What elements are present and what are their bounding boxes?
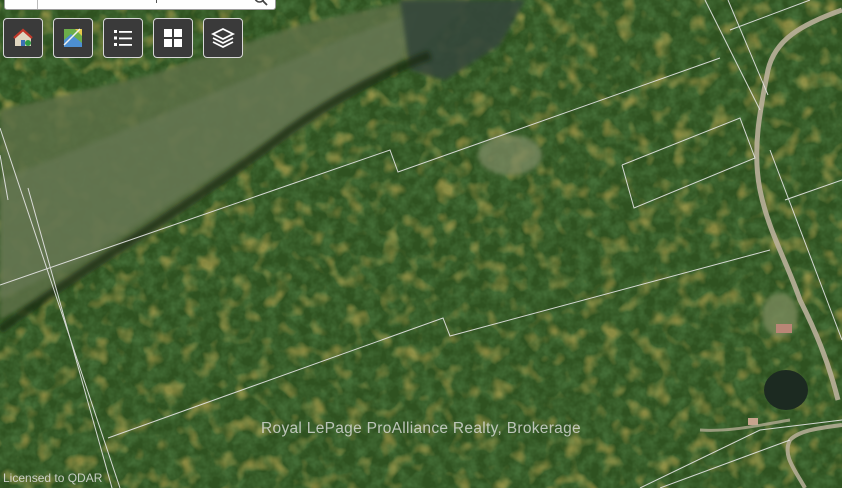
building-roof (776, 324, 792, 333)
map-tile-button[interactable] (53, 18, 93, 58)
grid-button[interactable] (153, 18, 193, 58)
search-input[interactable] (4, 0, 276, 10)
license-text: Licensed to QDAR (3, 471, 103, 485)
layers-button[interactable] (203, 18, 243, 58)
list-icon (114, 30, 132, 46)
layers-icon (211, 27, 235, 49)
search-divider (37, 0, 38, 9)
map-tile-icon (63, 28, 82, 47)
house-pin-icon (13, 28, 33, 46)
search-caret (156, 0, 157, 3)
pond (764, 370, 808, 410)
list-button[interactable] (103, 18, 143, 58)
satellite-map[interactable] (0, 0, 842, 488)
search-icon[interactable] (253, 0, 269, 7)
grid-icon (164, 29, 182, 47)
house-pin-button[interactable] (3, 18, 43, 58)
clearing (478, 135, 542, 175)
brokerage-watermark: Royal LePage ProAlliance Realty, Brokera… (261, 420, 581, 437)
